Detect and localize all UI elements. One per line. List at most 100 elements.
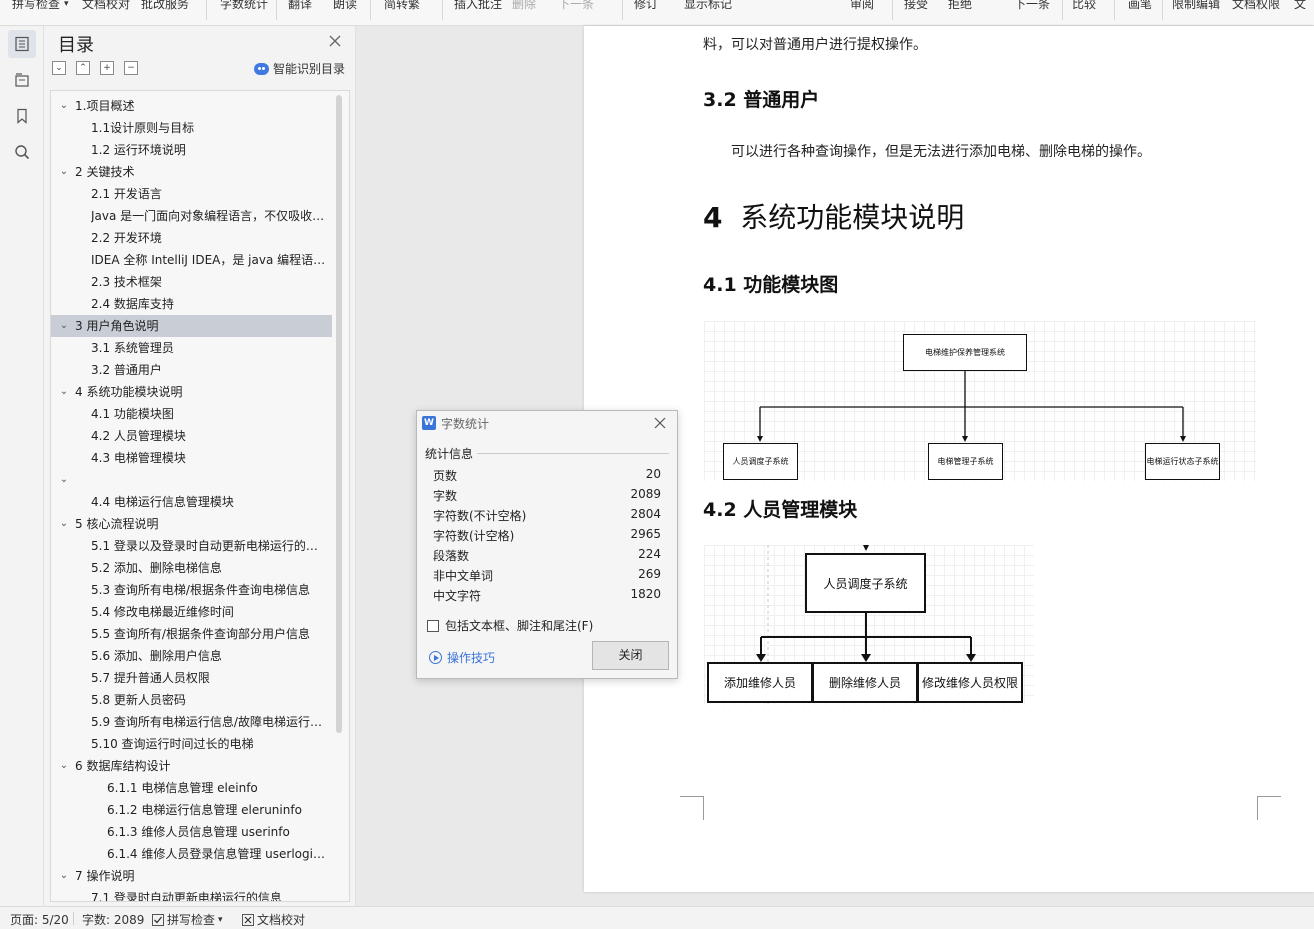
word-count-button[interactable]: 字数统计: [220, 0, 268, 14]
toc-item[interactable]: 5.7 提升普通人员权限: [51, 667, 332, 689]
toc-item[interactable]: 2.3 技术框架: [51, 271, 332, 293]
chevron-down-icon[interactable]: ⌄: [58, 381, 70, 403]
toc-item[interactable]: 6.1.2 电梯运行信息管理 eleruninfo: [51, 799, 332, 821]
toc-item[interactable]: 5.6 添加、删除用户信息: [51, 645, 332, 667]
toc-pane-button[interactable]: [8, 30, 36, 58]
toc-item-label: IDEA 全称 IntelliJ IDEA，是 java 编程语言开发的集成环境: [91, 253, 328, 267]
chevron-down-icon[interactable]: ⌄: [58, 469, 70, 491]
smart-toc-label: 智能识别目录: [273, 62, 346, 76]
chevron-down-icon[interactable]: ⌄: [58, 315, 70, 337]
toc-item[interactable]: 5.4 修改电梯最近维修时间: [51, 601, 332, 623]
toc-item[interactable]: 6.1.3 维修人员信息管理 userinfo: [51, 821, 332, 843]
toc-item[interactable]: 6.1.4 维修人员登录信息管理 userlogininfo: [51, 843, 332, 865]
review-button[interactable]: 审阅: [850, 0, 874, 14]
read-aloud-button[interactable]: 朗读: [333, 0, 357, 14]
toc-item[interactable]: ⌄ 2 关键技术: [51, 161, 332, 183]
reject-button[interactable]: 拒绝: [948, 0, 972, 14]
toc-item-label: 4 系统功能模块说明: [75, 385, 183, 399]
review-service-button[interactable]: 批改服务: [141, 0, 189, 14]
chevron-down-icon[interactable]: ⌄: [58, 865, 70, 887]
stat-value: 2804: [630, 507, 661, 521]
pen-button[interactable]: 画笔: [1128, 0, 1152, 14]
accept-button[interactable]: 接受: [904, 0, 928, 14]
include-textbox-checkbox[interactable]: 包括文本框、脚注和尾注(F): [427, 617, 593, 634]
show-markup-button[interactable]: 显示标记: [684, 0, 732, 14]
tips-link[interactable]: 操作技巧: [429, 649, 495, 666]
spell-check-dropdown-icon[interactable]: ▾: [64, 0, 69, 14]
doc-proof-label: 文档校对: [257, 913, 306, 927]
chevron-down-icon[interactable]: ⌄: [58, 513, 70, 535]
toc-item[interactable]: ⌄ 6 数据库结构设计: [51, 755, 332, 777]
close-icon[interactable]: [328, 34, 342, 48]
toc-item[interactable]: ⌄ 4 系统功能模块说明: [51, 381, 332, 403]
toc-item[interactable]: 5.8 更新人员密码: [51, 689, 332, 711]
page-indicator[interactable]: 页面: 5/20: [10, 911, 69, 928]
expand-all-icon[interactable]: +: [100, 61, 114, 75]
chapter-pane-button[interactable]: [8, 66, 36, 94]
smart-toc-button[interactable]: 智能识别目录: [254, 60, 345, 77]
toc-item[interactable]: 7.1 登录时自动更新电梯运行的信息: [51, 887, 332, 901]
restrict-editing-button[interactable]: 限制编辑: [1172, 0, 1220, 14]
checkbox-box[interactable]: [427, 619, 439, 632]
doc-proof-button[interactable]: 文档校对: [82, 0, 130, 14]
toc-item[interactable]: 2.4 数据库支持: [51, 293, 332, 315]
chevron-down-icon[interactable]: ⌄: [58, 161, 70, 183]
toc-item[interactable]: 5.9 查询所有电梯运行信息/故障电梯运行信息: [51, 711, 332, 733]
toc-item[interactable]: Java 是一门面向对象编程语言，不仅吸收了C++语言的各种优点: [51, 205, 332, 227]
stat-value: 20: [645, 467, 661, 481]
toc-item-label: 5.6 添加、删除用户信息: [91, 649, 222, 663]
toc-item-label: 2.1 开发语言: [91, 187, 162, 201]
simplified-to-traditional-button[interactable]: 简转繁: [384, 0, 420, 14]
toc-item[interactable]: 4.3 电梯管理模块: [51, 447, 332, 469]
toc-item[interactable]: 5.5 查询所有/根据条件查询部分用户信息: [51, 623, 332, 645]
toc-item[interactable]: IDEA 全称 IntelliJ IDEA，是 java 编程语言开发的集成环境: [51, 249, 332, 271]
toc-item[interactable]: 3.2 普通用户: [51, 359, 332, 381]
spell-check-status[interactable]: 拼写检查 ▾: [152, 911, 223, 928]
toc-item[interactable]: 4.4 电梯运行信息管理模块: [51, 491, 332, 513]
word-count-indicator[interactable]: 字数: 2089: [82, 911, 144, 928]
translate-button[interactable]: 翻译: [288, 0, 312, 14]
toc-item-label: 5.1 登录以及登录时自动更新电梯运行的信息: [91, 539, 328, 553]
next-comment-button[interactable]: 下一条: [558, 0, 594, 14]
dialog-titlebar[interactable]: W 字数统计: [417, 411, 677, 435]
close-icon[interactable]: [654, 417, 666, 429]
toc-item[interactable]: 1.1设计原则与目标: [51, 117, 332, 139]
compare-button[interactable]: 比较: [1072, 0, 1096, 14]
toc-item[interactable]: 4.1 功能模块图: [51, 403, 332, 425]
spell-check-button[interactable]: 拼写检查: [12, 0, 60, 14]
track-changes-button[interactable]: 修订: [634, 0, 658, 14]
chevron-down-icon[interactable]: ⌄: [58, 755, 70, 777]
overflow-button[interactable]: 文: [1294, 0, 1306, 14]
collapse-all-icon[interactable]: −: [124, 61, 138, 75]
doc-proof-status[interactable]: 文档校对: [242, 911, 305, 928]
toc-item[interactable]: 1.2 运行环境说明: [51, 139, 332, 161]
delete-comment-button[interactable]: 删除: [512, 0, 536, 14]
toc-item[interactable]: 5.3 查询所有电梯/根据条件查询电梯信息: [51, 579, 332, 601]
close-button[interactable]: 关闭: [592, 641, 669, 670]
toc-item[interactable]: ⌄ 7 操作说明: [51, 865, 332, 887]
toc-scrollbar[interactable]: [336, 95, 342, 733]
bookmark-pane-button[interactable]: [8, 102, 36, 130]
insert-comment-button[interactable]: 插入批注: [454, 0, 502, 14]
collapse-up-icon[interactable]: ⌃: [76, 61, 90, 75]
next-change-button[interactable]: 下一条: [1014, 0, 1050, 14]
toc-item[interactable]: ⌄ 1.项目概述: [51, 95, 332, 117]
document-page[interactable]: 料，可以对普通用户进行提权操作。 3.2 普通用户 可以进行各种查询操作，但是无…: [584, 26, 1314, 892]
toc-item[interactable]: 4.2 人员管理模块: [51, 425, 332, 447]
toc-item[interactable]: 5.2 添加、删除电梯信息: [51, 557, 332, 579]
toc-item[interactable]: 2.1 开发语言: [51, 183, 332, 205]
toc-item[interactable]: 6.1.1 电梯信息管理 eleinfo: [51, 777, 332, 799]
toc-item[interactable]: ⌄: [51, 469, 332, 491]
toc-item[interactable]: 5.1 登录以及登录时自动更新电梯运行的信息: [51, 535, 332, 557]
stat-label: 字符数(不计空格): [433, 509, 527, 523]
toc-item[interactable]: ⌄ 5 核心流程说明: [51, 513, 332, 535]
toc-item[interactable]: 3.1 系统管理员: [51, 337, 332, 359]
toc-item[interactable]: ⌄ 3 用户角色说明: [51, 315, 332, 337]
chevron-down-icon[interactable]: ⌄: [58, 95, 70, 117]
doc-permission-button[interactable]: 文档权限: [1232, 0, 1280, 14]
toc-item-label: 6 数据库结构设计: [75, 759, 171, 773]
toc-item[interactable]: 5.10 查询运行时间过长的电梯: [51, 733, 332, 755]
toc-item[interactable]: 2.2 开发环境: [51, 227, 332, 249]
search-pane-button[interactable]: [8, 138, 36, 166]
expand-down-icon[interactable]: ⌄: [52, 61, 66, 75]
